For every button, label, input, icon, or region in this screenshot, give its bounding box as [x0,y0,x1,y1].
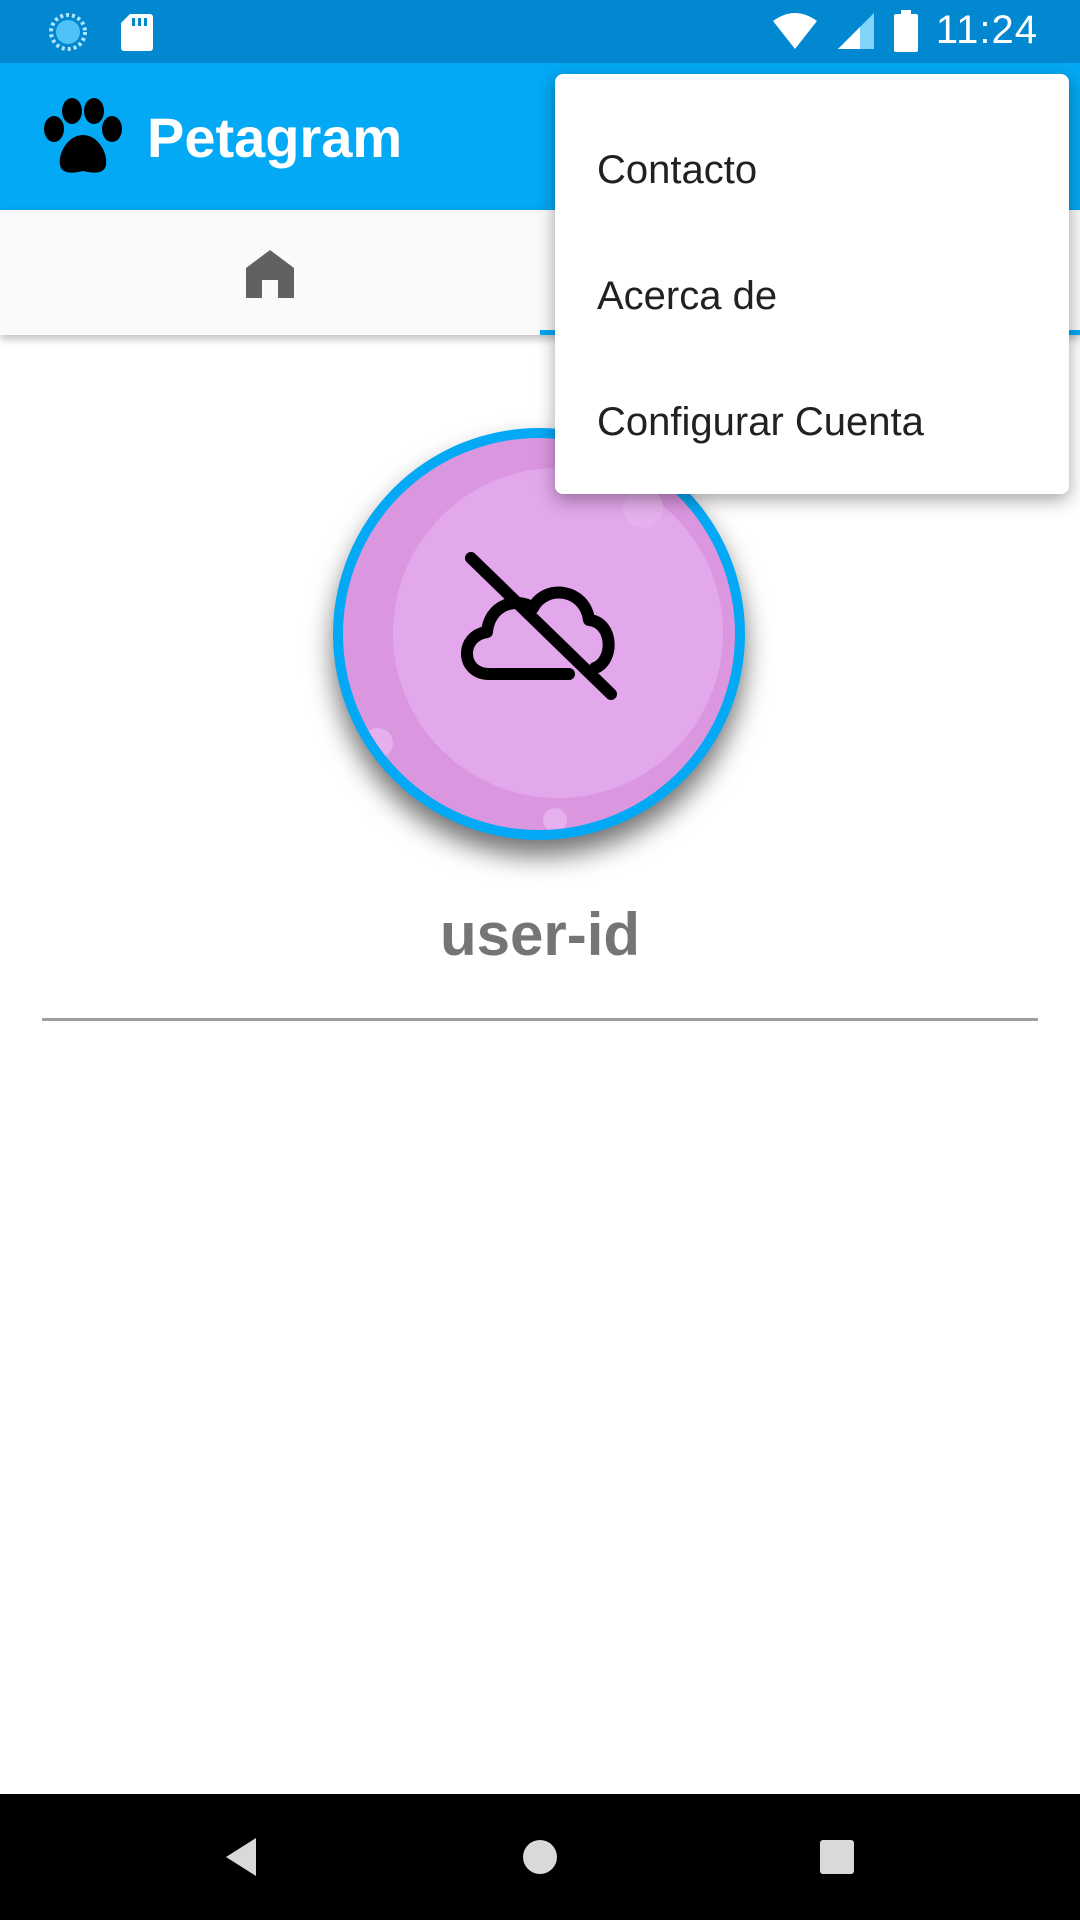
recents-icon[interactable] [812,1832,862,1882]
home-icon [246,250,294,298]
divider [42,1018,1038,1021]
status-time: 11:24 [935,8,1038,52]
back-icon[interactable] [220,1832,270,1882]
signal-icon [837,12,874,49]
wifi-icon [772,12,817,49]
paw-icon [44,98,122,173]
overflow-menu: Contacto Acerca de Configurar Cuenta [555,74,1069,494]
menu-item-configurar-cuenta[interactable]: Configurar Cuenta [555,359,1069,485]
status-bar: 11:24 [0,0,1080,63]
avatar-image [343,438,735,830]
cloud-off-icon [461,552,617,700]
home-circle-icon[interactable] [515,1832,565,1882]
sd-card-icon [121,14,153,51]
menu-item-acerca-de[interactable]: Acerca de [555,233,1069,359]
sync-icon [49,13,87,51]
username: user-id [439,901,641,968]
menu-item-contacto[interactable]: Contacto [555,107,1069,233]
battery-icon [893,9,918,52]
system-nav-bar [0,1794,1080,1920]
app-title: Petagram [147,106,403,169]
tab-home[interactable] [0,210,540,335]
